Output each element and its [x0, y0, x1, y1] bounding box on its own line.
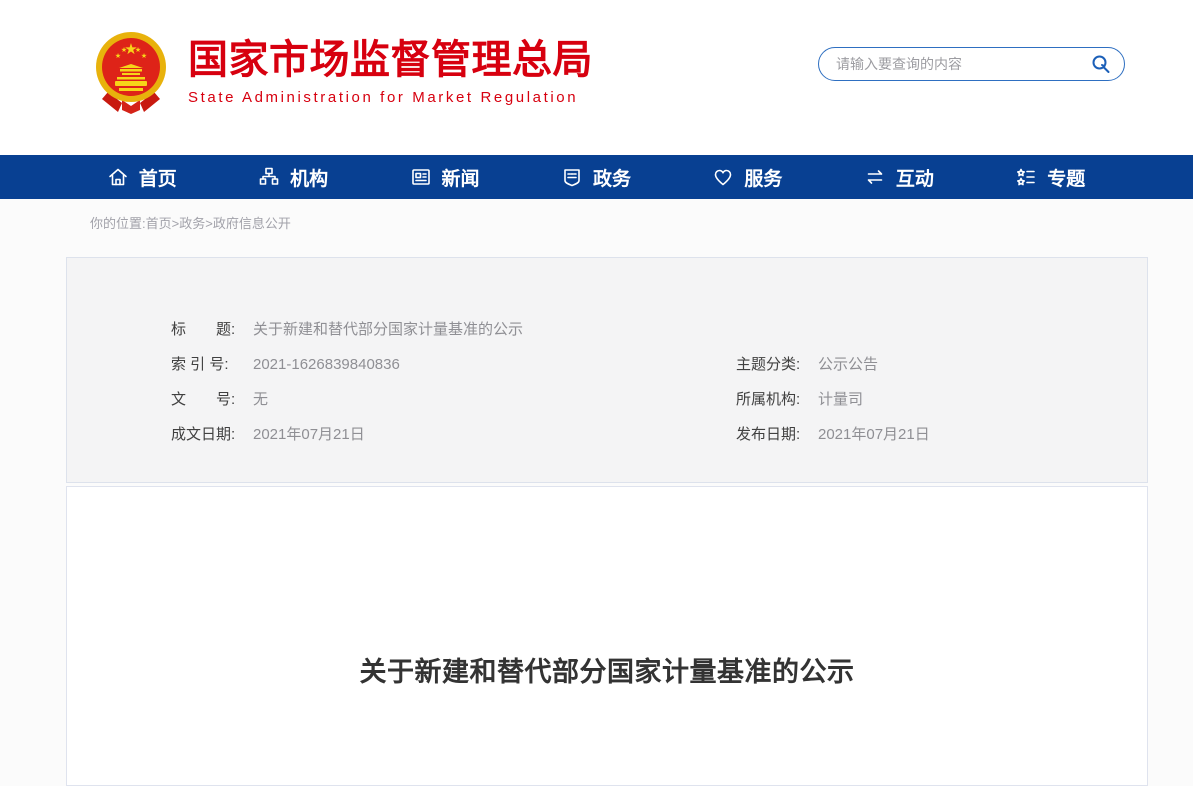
national-emblem-icon: ★ ★ ★ ★ ★	[92, 30, 170, 116]
nav-label: 互动	[896, 164, 934, 191]
meta-written-date-label: 成文日期:	[171, 417, 253, 452]
meta-published-date-label: 发布日期:	[736, 417, 818, 452]
meta-category-label: 主题分类:	[736, 347, 818, 382]
gov-shield-icon	[561, 166, 583, 188]
meta-row-index: 索 引 号: 2021-1626839840836 主题分类: 公示公告	[171, 347, 1147, 382]
meta-row-dates: 成文日期: 2021年07月21日 发布日期: 2021年07月21日	[171, 417, 1147, 452]
nav-item-news[interactable]: 新闻	[369, 155, 520, 199]
nav-item-orgs[interactable]: 机构	[217, 155, 368, 199]
document-meta-panel: 标 题: 关于新建和替代部分国家计量基准的公示 索 引 号: 2021-1626…	[66, 257, 1148, 483]
meta-category-value: 公示公告	[818, 347, 878, 382]
site-logo-link[interactable]: ★ ★ ★ ★ ★ 国家市场监督管理总局 State Administratio…	[92, 30, 593, 116]
meta-index-value: 2021-1626839840836	[253, 347, 400, 382]
breadcrumb: 你的位置:首页>政务>政府信息公开	[0, 199, 1193, 232]
brand-text: 国家市场监督管理总局 State Administration for Mark…	[188, 30, 593, 106]
search-input[interactable]	[834, 55, 1090, 73]
nav-item-topics[interactable]: 专题	[975, 155, 1126, 199]
newspaper-icon	[410, 166, 432, 188]
meta-written-date-value: 2021年07月21日	[253, 417, 365, 452]
meta-published-date-value: 2021年07月21日	[818, 417, 930, 452]
nav-label: 新闻	[442, 164, 480, 191]
nav-item-services[interactable]: 服务	[672, 155, 823, 199]
breadcrumb-item-home[interactable]: 首页	[146, 216, 172, 231]
nav-item-gov-affairs[interactable]: 政务	[520, 155, 671, 199]
svg-text:★: ★	[121, 46, 127, 54]
sitemap-icon	[258, 166, 280, 188]
nav-label: 首页	[139, 164, 177, 191]
article-panel: 关于新建和替代部分国家计量基准的公示	[66, 486, 1148, 786]
meta-index-label: 索 引 号:	[171, 347, 253, 382]
nav-item-home[interactable]: 首页	[66, 155, 217, 199]
search-icon[interactable]	[1090, 53, 1112, 75]
nav-item-interact[interactable]: 互动	[823, 155, 974, 199]
heart-icon	[712, 166, 734, 188]
breadcrumb-prefix: 你的位置:	[90, 216, 146, 231]
meta-org-value: 计量司	[818, 382, 863, 417]
meta-row-docno: 文 号: 无 所属机构: 计量司	[171, 382, 1147, 417]
article-title: 关于新建和替代部分国家计量基准的公示	[67, 650, 1147, 689]
svg-text:★: ★	[141, 52, 147, 60]
nav-label: 政务	[593, 164, 631, 191]
exchange-arrows-icon	[864, 166, 886, 188]
site-title-en: State Administration for Market Regulati…	[188, 89, 593, 106]
nav-label: 机构	[290, 164, 328, 191]
meta-docno-value: 无	[253, 382, 268, 417]
nav-label: 服务	[744, 164, 782, 191]
star-list-icon	[1015, 166, 1037, 188]
meta-title-label: 标 题:	[171, 312, 253, 347]
meta-org-label: 所属机构:	[736, 382, 818, 417]
breadcrumb-separator: >	[205, 216, 213, 231]
site-title-cn: 国家市场监督管理总局	[188, 38, 593, 82]
meta-title-value: 关于新建和替代部分国家计量基准的公示	[253, 312, 523, 347]
site-search	[818, 47, 1125, 81]
main-nav: 首页 机构 新闻 政务 服务	[0, 155, 1193, 199]
breadcrumb-item-gov[interactable]: 政务	[179, 216, 205, 231]
home-icon	[107, 166, 129, 188]
site-header: ★ ★ ★ ★ ★ 国家市场监督管理总局 State Administratio…	[0, 0, 1193, 155]
meta-docno-label: 文 号:	[171, 382, 253, 417]
nav-label: 专题	[1047, 164, 1085, 191]
meta-row-title: 标 题: 关于新建和替代部分国家计量基准的公示	[171, 312, 1147, 347]
breadcrumb-item-info-disclosure[interactable]: 政府信息公开	[213, 216, 291, 231]
